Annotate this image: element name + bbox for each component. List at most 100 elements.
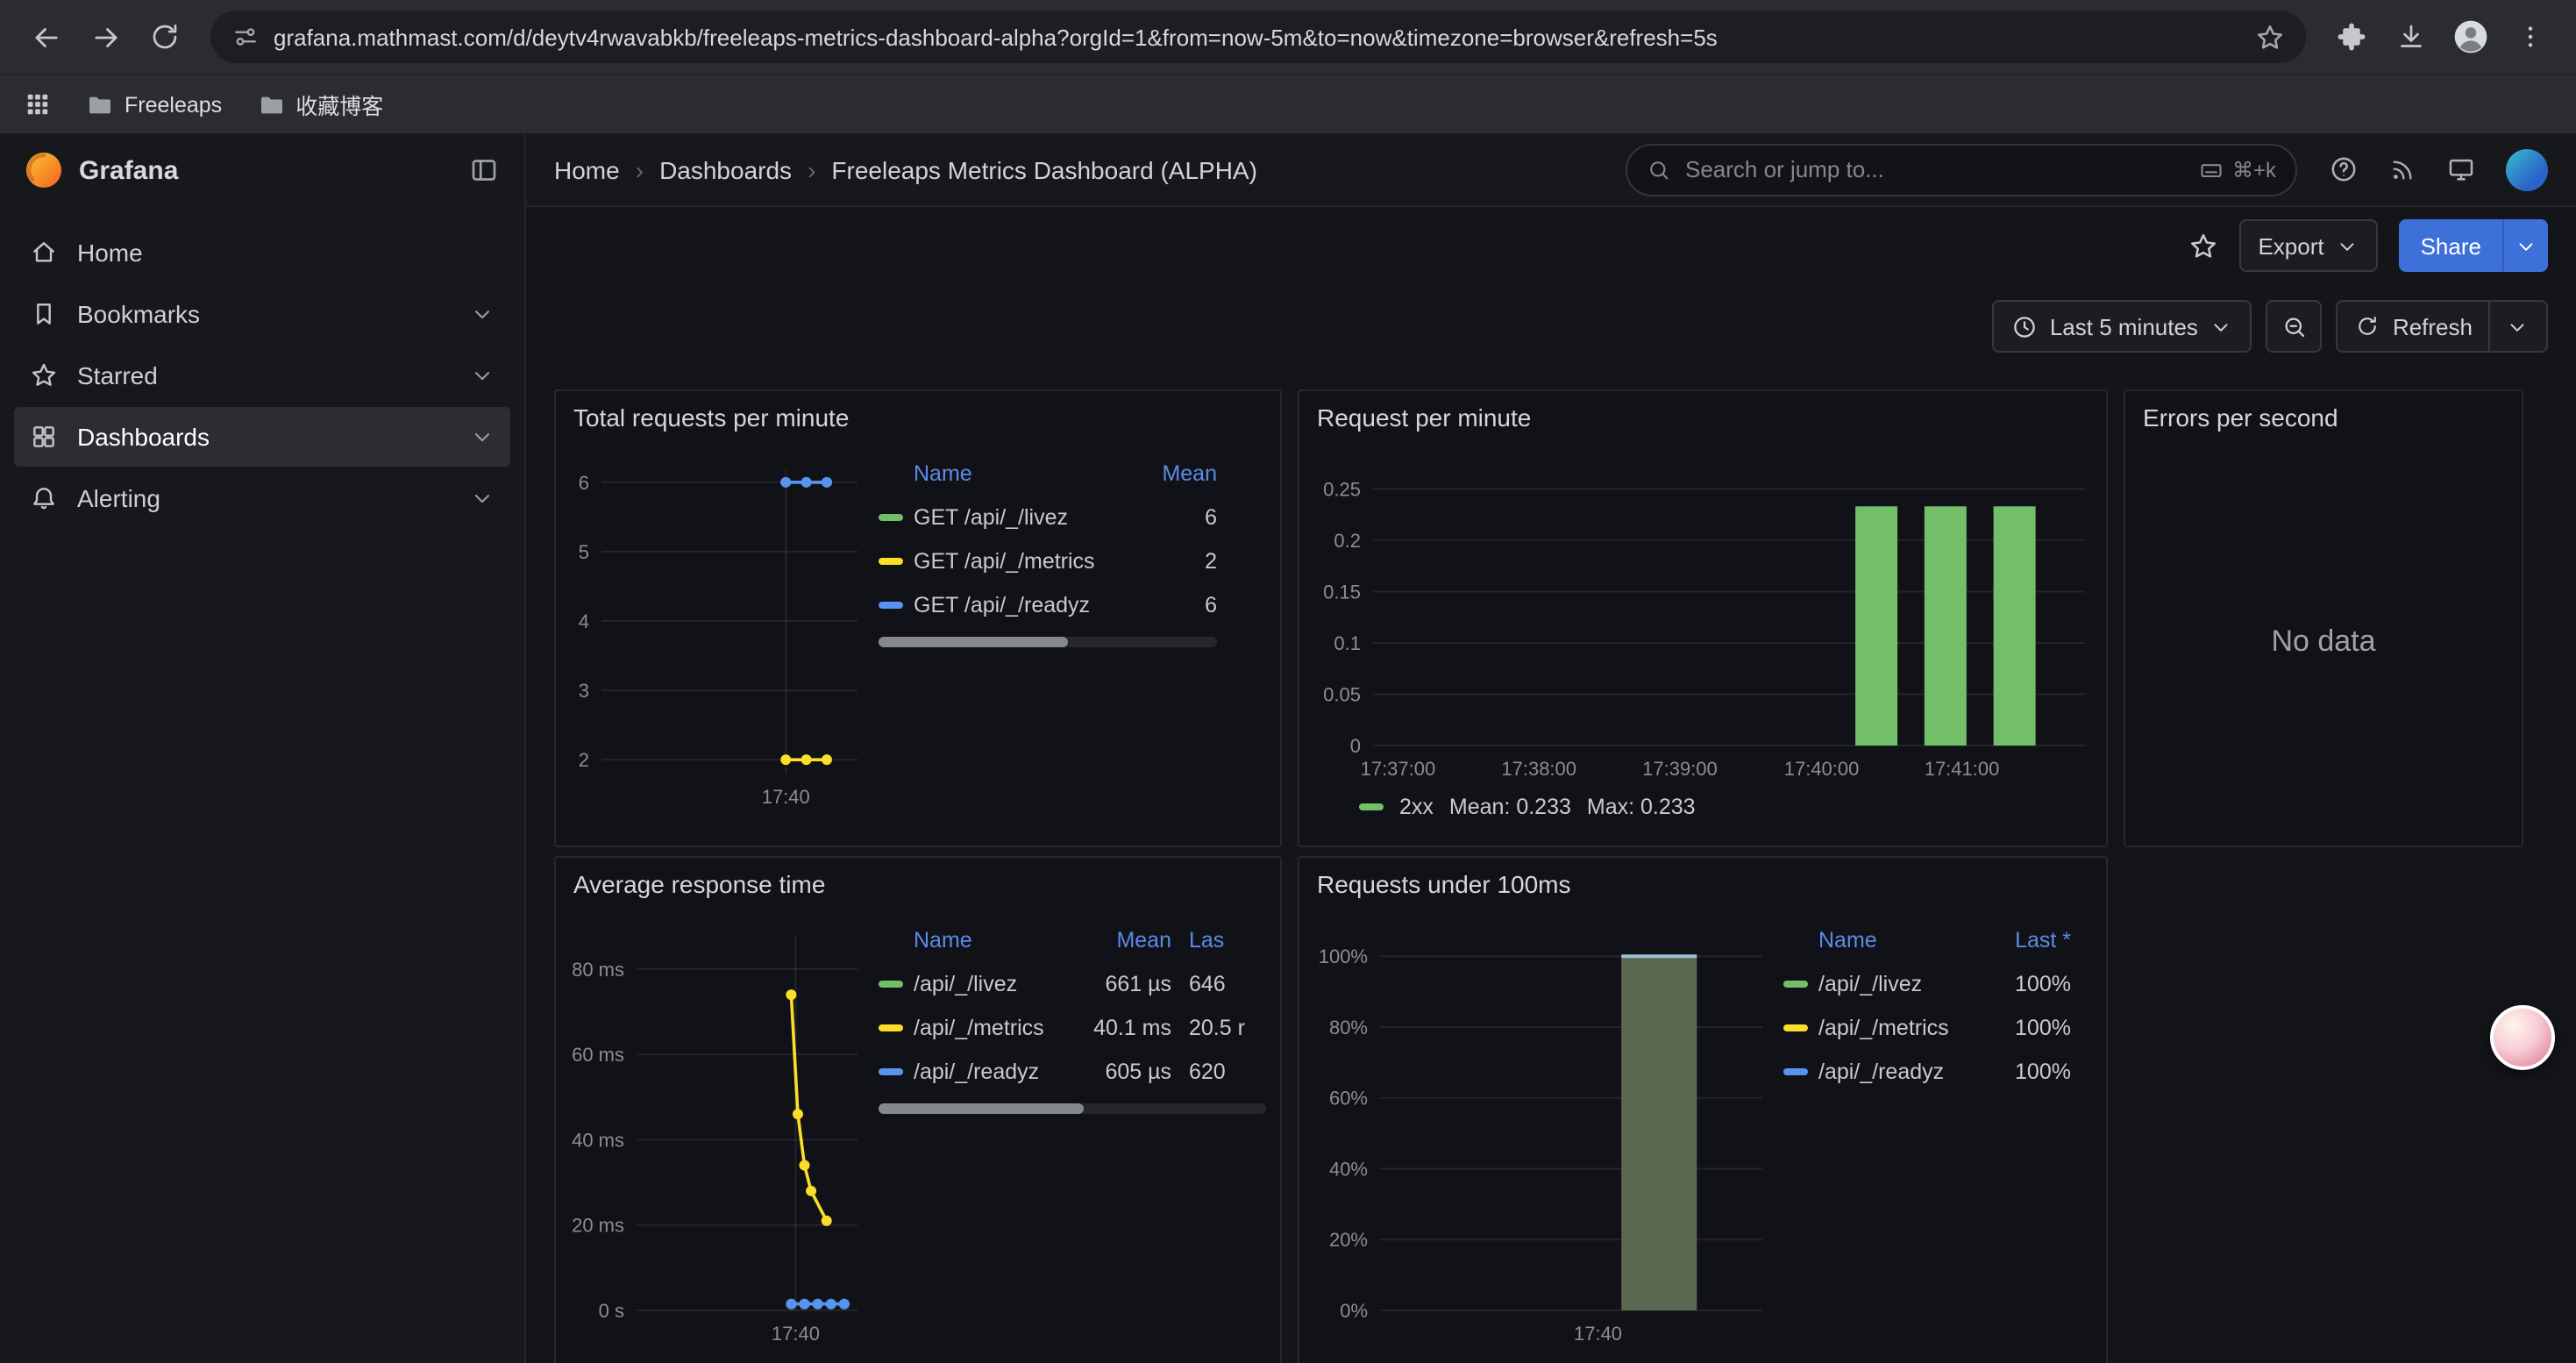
series-name[interactable]: /api/_/readyz bbox=[914, 1059, 1039, 1083]
site-settings-icon[interactable] bbox=[231, 23, 260, 51]
news-rss-icon[interactable] bbox=[2388, 155, 2416, 183]
series-swatch bbox=[879, 513, 903, 520]
sidebar-item-label: Dashboards bbox=[77, 423, 210, 451]
apps-grid-icon[interactable] bbox=[25, 91, 51, 118]
series-swatch bbox=[1783, 1067, 1808, 1074]
sidebar-nav: Home Bookmarks Starred Dashboards bbox=[0, 207, 524, 544]
bell-icon bbox=[30, 484, 58, 512]
legend-row: GET /api/_/readyz 6 bbox=[879, 582, 1217, 626]
line-chart: 6543217:40 bbox=[570, 451, 868, 812]
panel-title[interactable]: Average response time bbox=[556, 858, 1280, 910]
sidebar-item-starred[interactable]: Starred bbox=[14, 346, 510, 405]
series-name[interactable]: GET /api/_/livez bbox=[914, 504, 1068, 529]
svg-text:40%: 40% bbox=[1329, 1158, 1368, 1180]
sidebar-item-home[interactable]: Home bbox=[14, 223, 510, 282]
legend-header-mean[interactable]: Mean bbox=[1070, 927, 1171, 952]
bookmark-item[interactable]: Freeleaps bbox=[86, 90, 222, 118]
svg-text:0: 0 bbox=[1350, 735, 1361, 757]
reload-button[interactable] bbox=[137, 9, 193, 65]
panel-title[interactable]: Request per minute bbox=[1299, 391, 2106, 444]
extensions-icon[interactable] bbox=[2323, 9, 2380, 65]
legend-header-last[interactable]: Las bbox=[1171, 927, 1266, 952]
svg-text:2: 2 bbox=[579, 749, 589, 771]
folder-icon bbox=[86, 90, 114, 118]
svg-text:0 s: 0 s bbox=[599, 1300, 624, 1322]
time-range-picker[interactable]: Last 5 minutes bbox=[1992, 300, 2252, 353]
legend-header-name[interactable]: Name bbox=[879, 927, 1070, 952]
bookmark-label: Freeleaps bbox=[125, 92, 222, 117]
svg-text:5: 5 bbox=[579, 541, 589, 563]
bookmarks-bar: Freeleaps 收藏博客 bbox=[0, 74, 2576, 133]
panel-title[interactable]: Errors per second bbox=[2125, 391, 2522, 444]
bookmark-star-icon[interactable] bbox=[2255, 22, 2285, 52]
breadcrumb-separator: › bbox=[808, 155, 815, 183]
scrollbar-thumb[interactable] bbox=[879, 637, 1068, 647]
series-name[interactable]: /api/_/livez bbox=[914, 971, 1017, 995]
favorite-star-icon[interactable] bbox=[2188, 231, 2217, 260]
legend-header-last[interactable]: Last * bbox=[1983, 927, 2071, 952]
breadcrumb-separator: › bbox=[636, 155, 644, 183]
series-name[interactable]: /api/_/readyz bbox=[1818, 1059, 1944, 1083]
bar-chart: 0.250.20.150.10.05017:37:0017:38:0017:39… bbox=[1313, 451, 2096, 784]
series-name[interactable]: /api/_/metrics bbox=[1818, 1015, 1949, 1039]
sidebar-item-alerting[interactable]: Alerting bbox=[14, 468, 510, 528]
share-button[interactable]: Share bbox=[2400, 219, 2548, 272]
chevron-down-icon[interactable] bbox=[470, 302, 495, 326]
help-icon[interactable] bbox=[2329, 154, 2359, 184]
legend-table: Name Mean Las /api/_/livez 661 µs 646 /a… bbox=[879, 917, 1266, 1363]
legend-scrollbar[interactable] bbox=[879, 1103, 1266, 1114]
forward-button[interactable] bbox=[77, 9, 133, 65]
browser-menu-icon[interactable] bbox=[2502, 9, 2558, 65]
sidebar-item-bookmarks[interactable]: Bookmarks bbox=[14, 284, 510, 344]
series-name[interactable]: /api/_/livez bbox=[1818, 971, 1922, 995]
legend-row: /api/_/metrics 100% bbox=[1783, 1005, 2071, 1049]
legend-scrollbar[interactable] bbox=[879, 637, 1217, 647]
url-bar[interactable]: grafana.mathmast.com/d/deytv4rwavabkb/fr… bbox=[210, 11, 2306, 63]
share-menu-caret[interactable] bbox=[2502, 219, 2548, 272]
browser-toolbar: grafana.mathmast.com/d/deytv4rwavabkb/fr… bbox=[0, 0, 2576, 74]
sidebar-item-dashboards[interactable]: Dashboards bbox=[14, 407, 510, 467]
grafana-logo[interactable] bbox=[25, 151, 63, 189]
legend-header-name[interactable]: Name bbox=[879, 460, 1129, 485]
sidebar: Grafana Home Bookmarks Starred bbox=[0, 133, 526, 1363]
scrollbar-thumb[interactable] bbox=[879, 1103, 1084, 1114]
user-avatar[interactable] bbox=[2506, 148, 2548, 190]
chevron-down-icon[interactable] bbox=[470, 425, 495, 449]
sidebar-toggle-icon[interactable] bbox=[468, 154, 500, 186]
downloads-icon[interactable] bbox=[2383, 9, 2439, 65]
svg-text:3: 3 bbox=[579, 680, 589, 702]
panel-avg-response-time: Average response time 80 ms60 ms40 ms20 … bbox=[554, 856, 1282, 1363]
panel-title[interactable]: Requests under 100ms bbox=[1299, 858, 2106, 910]
bookmark-item[interactable]: 收藏博客 bbox=[257, 88, 383, 121]
profile-avatar[interactable] bbox=[2443, 9, 2499, 65]
zoom-out-button[interactable] bbox=[2266, 300, 2323, 353]
series-name[interactable]: GET /api/_/readyz bbox=[914, 592, 1090, 617]
legend-inline: 2xx Mean: 0.233 Max: 0.233 bbox=[1313, 784, 2092, 830]
monitor-icon[interactable] bbox=[2446, 154, 2476, 184]
breadcrumb-dashboards[interactable]: Dashboards bbox=[659, 155, 792, 183]
breadcrumb-home[interactable]: Home bbox=[554, 155, 620, 183]
sidebar-item-label: Bookmarks bbox=[77, 300, 200, 328]
legend-header-mean[interactable]: Mean bbox=[1129, 460, 1217, 485]
export-button[interactable]: Export bbox=[2238, 219, 2378, 272]
legend-row: GET /api/_/metrics 2 bbox=[879, 539, 1217, 582]
panel-total-requests: Total requests per minute 6543217:40 Nam… bbox=[554, 389, 1282, 847]
bookmark-icon bbox=[30, 300, 58, 328]
refresh-icon bbox=[2356, 314, 2380, 339]
chevron-down-icon[interactable] bbox=[470, 363, 495, 388]
bar-chart: 100%80%60%40%20%0%17:40 bbox=[1313, 917, 1773, 1349]
search-input[interactable]: Search or jump to... ⌘+k bbox=[1626, 143, 2297, 196]
svg-text:0.25: 0.25 bbox=[1323, 478, 1361, 500]
refresh-button[interactable]: Refresh bbox=[2337, 300, 2548, 353]
series-max: Max: 0.233 bbox=[1587, 795, 1696, 819]
panel-title[interactable]: Total requests per minute bbox=[556, 391, 1280, 444]
sidebar-item-label: Home bbox=[77, 239, 143, 267]
legend-header-name[interactable]: Name bbox=[1783, 927, 1983, 952]
floating-chat-avatar[interactable] bbox=[2490, 1005, 2555, 1070]
series-name[interactable]: GET /api/_/metrics bbox=[914, 548, 1095, 573]
series-name[interactable]: /api/_/metrics bbox=[914, 1015, 1044, 1039]
svg-text:6: 6 bbox=[579, 472, 589, 494]
series-name[interactable]: 2xx bbox=[1399, 795, 1434, 819]
chevron-down-icon[interactable] bbox=[470, 486, 495, 510]
back-button[interactable] bbox=[18, 9, 74, 65]
